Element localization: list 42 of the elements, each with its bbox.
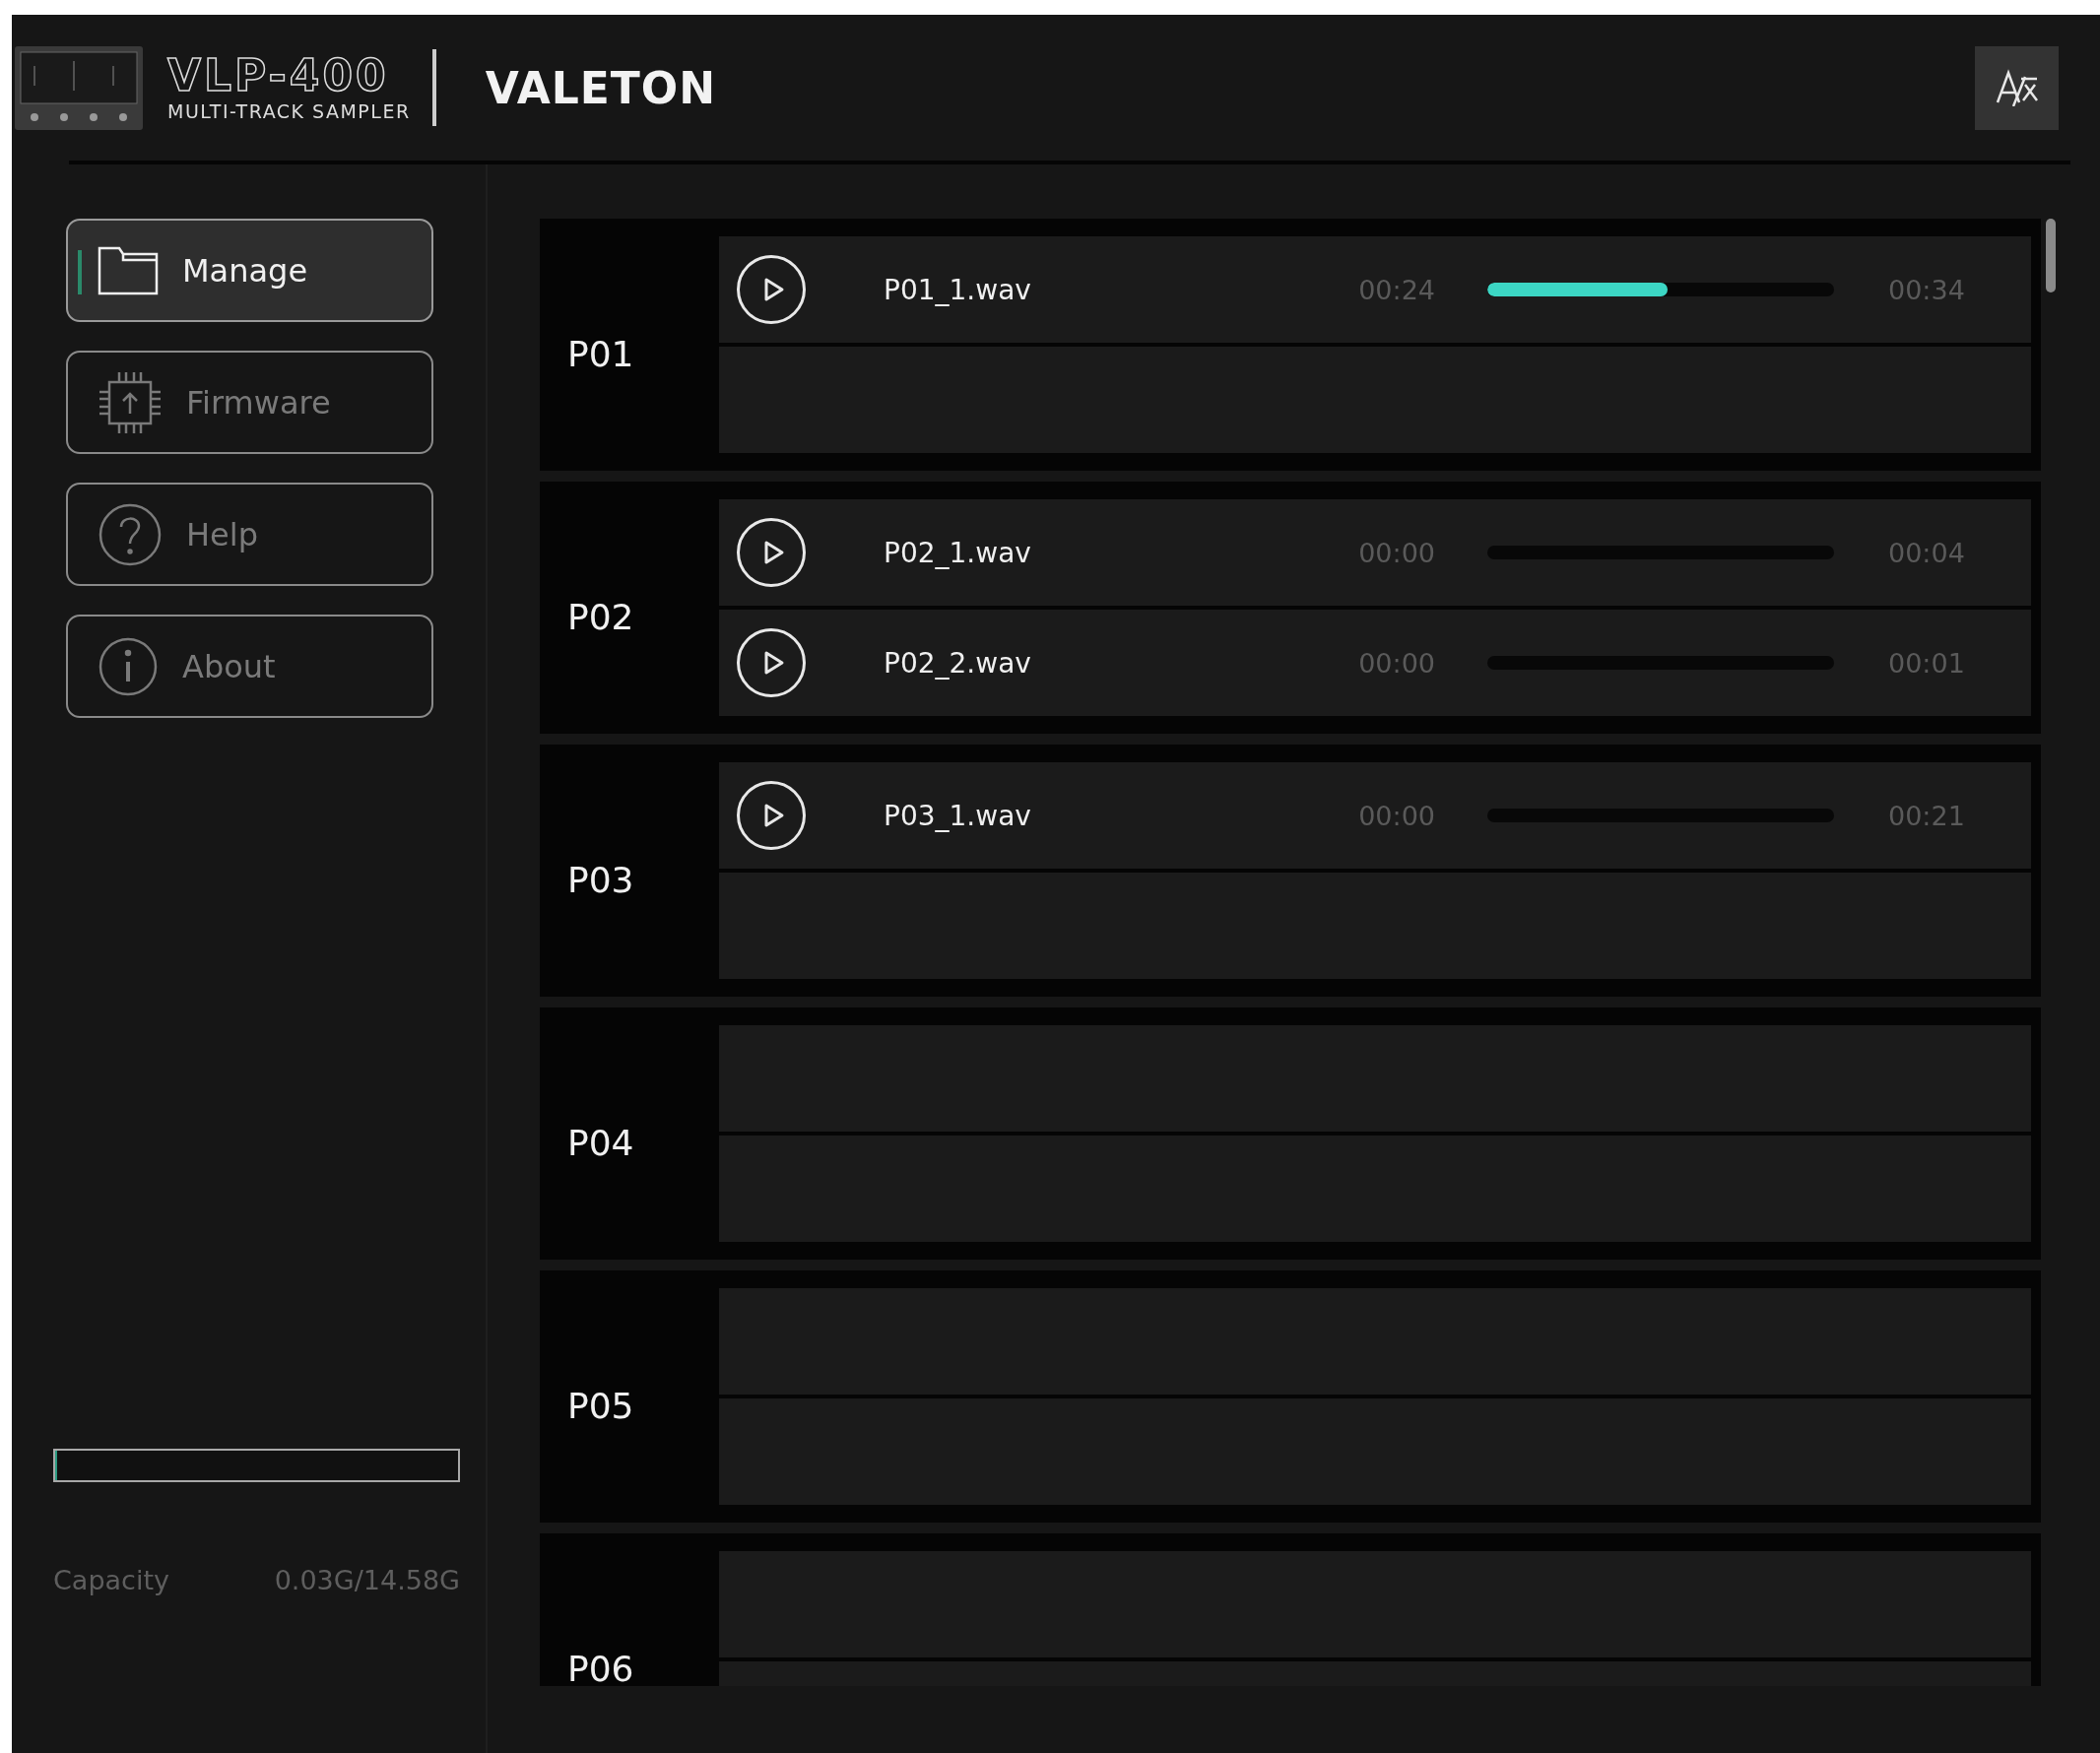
pad-label: P06 (567, 1648, 634, 1686)
total-time: 00:01 (1888, 647, 1966, 679)
nav-button[interactable]: About (66, 615, 433, 718)
model-subtitle: MULTI-TRACK SAMPLER (167, 100, 411, 122)
pad-label: P05 (567, 1385, 634, 1426)
current-time: 00:24 (1357, 274, 1435, 305)
capacity-label: Capacity (53, 1565, 169, 1595)
play-button[interactable] (737, 255, 806, 324)
pad-label: P04 (567, 1122, 634, 1163)
scrollbar-thumb[interactable] (2046, 219, 2056, 292)
file-name: P02_2.wav (884, 646, 1032, 680)
nav-button[interactable]: Manage (66, 219, 433, 322)
folder-icon (98, 245, 159, 295)
file-name: P01_1.wav (884, 273, 1032, 306)
total-time: 00:34 (1888, 274, 1966, 305)
play-button[interactable] (737, 781, 806, 850)
brand-logo: VALETON (485, 62, 717, 113)
language-button[interactable] (1975, 45, 2059, 130)
nav-button[interactable]: Help (66, 483, 433, 586)
pad-label: P03 (567, 859, 634, 900)
info-icon (98, 635, 159, 697)
play-icon (762, 540, 785, 565)
play-button[interactable] (737, 628, 806, 697)
play-button[interactable] (737, 518, 806, 587)
translate-icon (1995, 69, 2039, 106)
pad-label: P01 (567, 333, 634, 374)
help-icon (98, 501, 163, 567)
model-name: VLP-400 (167, 53, 390, 98)
current-time: 00:00 (1357, 800, 1435, 831)
capacity-value: 0.03G/14.58G (274, 1565, 460, 1595)
chip-icon (98, 369, 163, 435)
total-time: 00:04 (1888, 537, 1966, 568)
nav-button[interactable]: Firmware (66, 351, 433, 454)
total-time: 00:21 (1888, 800, 1966, 831)
file-name: P02_1.wav (884, 536, 1032, 569)
file-name: P03_1.wav (884, 799, 1032, 832)
pad-label: P02 (567, 596, 634, 637)
play-icon (762, 650, 785, 676)
current-time: 00:00 (1357, 537, 1435, 568)
current-time: 00:00 (1357, 647, 1435, 679)
play-icon (762, 803, 785, 828)
play-icon (762, 277, 785, 302)
